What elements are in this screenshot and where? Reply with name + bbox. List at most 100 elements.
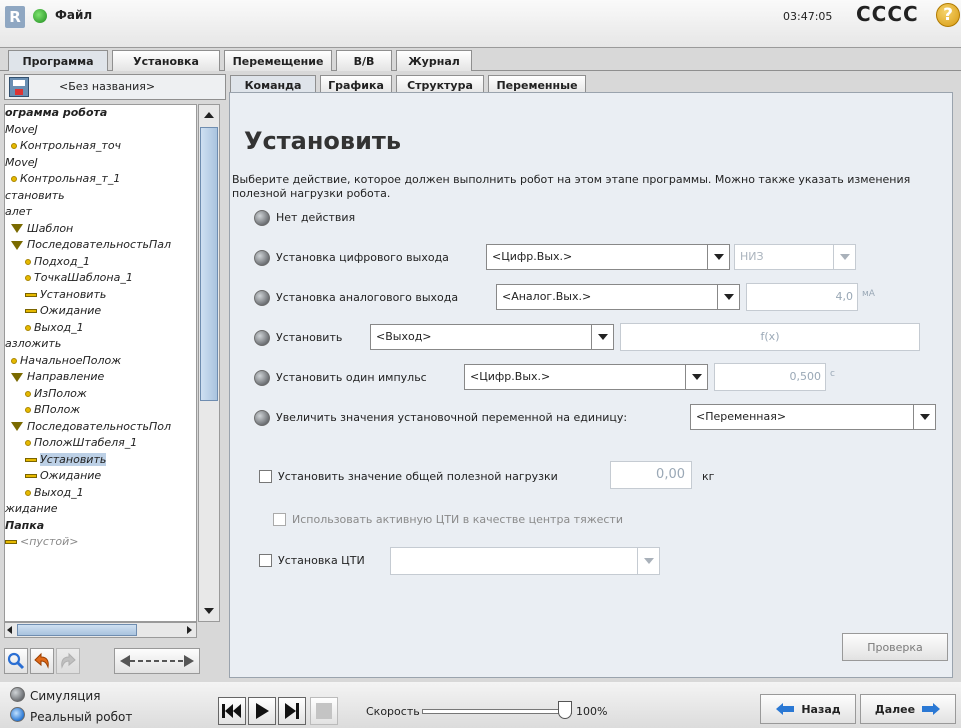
tree-node[interactable]: азложить: [5, 336, 196, 353]
set-expression-field[interactable]: f(x): [620, 323, 920, 351]
tree-node[interactable]: Ожидание: [5, 468, 196, 485]
digital-level-select[interactable]: НИЗ: [734, 244, 856, 270]
tree-node[interactable]: жидание: [5, 501, 196, 518]
tree-node[interactable]: <пустой>: [5, 534, 196, 551]
tree-node-label: <пустой>: [20, 535, 79, 548]
tcp-cog-checkbox[interactable]: [273, 513, 286, 526]
tree-node-label: ограмма робота: [5, 106, 108, 119]
tcp-select[interactable]: [390, 547, 660, 575]
tree-node[interactable]: Выход_1: [5, 320, 196, 337]
tree-node[interactable]: Контрольная_точ: [5, 138, 196, 155]
tree-node[interactable]: ограмма робота: [5, 105, 196, 122]
tree-node[interactable]: Установить: [5, 287, 196, 304]
tree-node[interactable]: Шаблон: [5, 221, 196, 238]
tree-node[interactable]: Ожидание: [5, 303, 196, 320]
tree-node[interactable]: MoveJ: [5, 122, 196, 139]
variable-select[interactable]: <Переменная>: [690, 404, 936, 430]
pulse-output-select[interactable]: <Цифр.Вых.>: [464, 364, 708, 390]
tree-node[interactable]: Контрольная_т_1: [5, 171, 196, 188]
pulse-duration-field[interactable]: 0,500: [714, 363, 826, 391]
pulse-label: Установить один импульс: [276, 371, 427, 384]
tree-node[interactable]: ПоложШтабеля_1: [5, 435, 196, 452]
step-button[interactable]: [278, 697, 306, 725]
help-icon[interactable]: ?: [936, 3, 960, 27]
move-node-button[interactable]: [114, 648, 200, 674]
stop-icon: [316, 703, 332, 719]
chevron-down-icon: [833, 245, 855, 269]
expand-icon: [11, 372, 23, 382]
tree-node-label: становить: [5, 188, 65, 202]
radio-real-robot[interactable]: [10, 707, 25, 722]
digital-output-label: Установка цифрового выхода: [276, 251, 449, 264]
scroll-thumb[interactable]: [200, 127, 218, 401]
digital-output-value: <Цифр.Вых.>: [492, 250, 573, 263]
tree-node-label: Шаблон: [27, 221, 74, 235]
back-button[interactable]: Назад: [760, 694, 856, 724]
tree-node[interactable]: MoveJ: [5, 155, 196, 172]
payload-field[interactable]: 0,00: [610, 461, 692, 489]
scroll-right-icon[interactable]: [187, 626, 192, 634]
tree-node-label: ТочкаШаблона_1: [34, 271, 133, 284]
tree-node[interactable]: ИзПолож: [5, 386, 196, 403]
radio-digital-output[interactable]: [254, 250, 270, 266]
expand-icon: [11, 224, 23, 233]
search-button[interactable]: [4, 648, 28, 674]
hscroll-thumb[interactable]: [17, 624, 137, 636]
radio-analog-output[interactable]: [254, 290, 270, 306]
scroll-up-icon[interactable]: [199, 105, 219, 125]
tcp-checkbox[interactable]: [259, 554, 272, 567]
digital-output-select[interactable]: <Цифр.Вых.>: [486, 244, 730, 270]
radio-set[interactable]: [254, 330, 270, 346]
tree-node[interactable]: становить: [5, 188, 196, 205]
tree-vscroll[interactable]: [198, 104, 220, 622]
tab-move[interactable]: Перемещение: [224, 50, 332, 71]
tree-node-label: Ожидание: [40, 469, 102, 482]
command-icon: [25, 292, 37, 297]
tree-node[interactable]: Направление: [5, 369, 196, 386]
file-menu[interactable]: Файл: [55, 8, 92, 22]
waypoint-icon: [25, 324, 31, 331]
save-icon[interactable]: [9, 77, 29, 97]
tab-program[interactable]: Программа: [8, 50, 108, 71]
payload-checkbox[interactable]: [259, 470, 272, 483]
radio-simulation[interactable]: [10, 687, 25, 702]
analog-value-field[interactable]: 4,0: [746, 283, 858, 311]
radio-pulse[interactable]: [254, 370, 270, 386]
next-button[interactable]: Далее: [860, 694, 956, 724]
program-name: <Без названия>: [59, 80, 156, 93]
program-tree[interactable]: ограмма робота MoveJ Контрольная_точ MoveJ К…: [4, 104, 197, 622]
arrow-left-icon: [776, 703, 795, 715]
tree-node[interactable]: Папка: [5, 518, 196, 535]
scroll-left-icon[interactable]: [7, 626, 12, 634]
tree-node[interactable]: ПоследовательностьПол: [5, 419, 196, 436]
radio-increment[interactable]: [254, 410, 270, 426]
speed-slider-thumb[interactable]: [558, 701, 572, 719]
tree-node[interactable]: НачальноеПолож: [5, 353, 196, 370]
tree-node[interactable]: Установить: [5, 452, 196, 469]
stop-button[interactable]: [310, 697, 338, 725]
scroll-down-icon[interactable]: [199, 601, 219, 621]
tree-node[interactable]: ВПолож: [5, 402, 196, 419]
tab-log[interactable]: Журнал: [396, 50, 472, 71]
tree-node[interactable]: ПоследовательностьПал: [5, 237, 196, 254]
tree-node[interactable]: ТочкаШаблона_1: [5, 270, 196, 287]
analog-output-select[interactable]: <Аналог.Вых.>: [496, 284, 740, 310]
set-output-select[interactable]: <Выход>: [370, 324, 614, 350]
tree-node[interactable]: алет: [5, 204, 196, 221]
tree-node[interactable]: Подход_1: [5, 254, 196, 271]
tab-io[interactable]: В/В: [336, 50, 392, 71]
tab-installation[interactable]: Установка: [112, 50, 220, 71]
tree-node-label: ПоложШтабеля_1: [34, 436, 138, 449]
waypoint-icon: [11, 357, 17, 364]
check-button[interactable]: Проверка: [842, 633, 948, 661]
radio-no-action[interactable]: [254, 210, 270, 226]
undo-button[interactable]: [30, 648, 54, 674]
speed-slider[interactable]: [422, 701, 572, 719]
tree-node-label: алет: [5, 205, 32, 218]
tree-hscroll[interactable]: [4, 622, 197, 638]
rewind-button[interactable]: [218, 697, 246, 725]
redo-button[interactable]: [56, 648, 80, 674]
analog-output-value: <Аналог.Вых.>: [502, 290, 592, 303]
tree-node[interactable]: Выход_1: [5, 485, 196, 502]
play-button[interactable]: [248, 697, 276, 725]
